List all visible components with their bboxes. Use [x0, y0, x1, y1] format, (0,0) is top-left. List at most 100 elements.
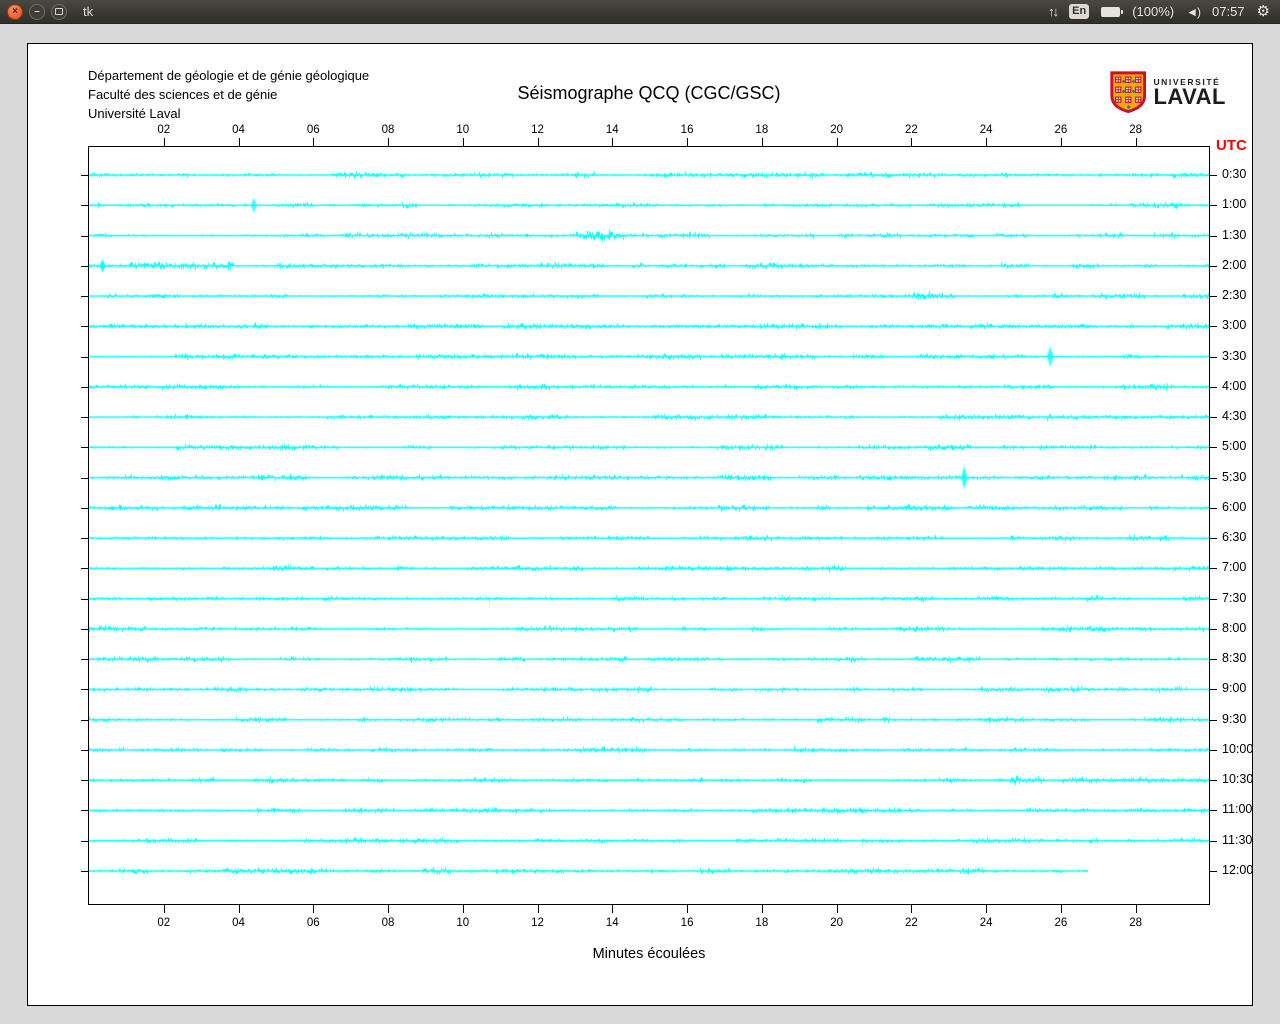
battery-percent: (100%): [1132, 4, 1174, 19]
row-tick: [1210, 236, 1217, 237]
row-tick: [81, 659, 88, 660]
row-tick: [1210, 629, 1217, 630]
clock[interactable]: 07:57: [1212, 4, 1245, 19]
x-tick-label: 08: [373, 916, 403, 930]
row-tick: [81, 266, 88, 267]
close-button[interactable]: ×: [7, 4, 23, 20]
battery-icon[interactable]: [1101, 7, 1120, 17]
x-tick-label: 12: [523, 916, 553, 930]
row-tick: [1210, 538, 1217, 539]
x-tick-label: 06: [298, 123, 328, 137]
row-tick: [81, 780, 88, 781]
row-tick: [81, 841, 88, 842]
gear-icon[interactable]: ⚙: [1257, 4, 1270, 19]
x-tick: [164, 905, 165, 913]
row-tick: [1210, 750, 1217, 751]
x-tick-label: 10: [448, 916, 478, 930]
row-tick: [81, 871, 88, 872]
row-tick: [81, 447, 88, 448]
seismograph-window: Département de géologie et de génie géol…: [27, 43, 1253, 1006]
window-controls: × –: [0, 4, 67, 20]
x-tick-label: 24: [971, 916, 1001, 930]
x-tick: [538, 138, 539, 146]
utc-row-label: 3:00: [1222, 318, 1246, 333]
x-tick: [911, 138, 912, 146]
row-tick: [81, 296, 88, 297]
x-tick: [986, 905, 987, 913]
row-tick: [81, 326, 88, 327]
x-tick-label: 06: [298, 916, 328, 930]
x-tick: [463, 905, 464, 913]
row-tick: [1210, 568, 1217, 569]
x-tick: [239, 905, 240, 913]
maximize-button[interactable]: [51, 4, 67, 20]
row-tick: [81, 568, 88, 569]
row-tick: [1210, 689, 1217, 690]
x-tick: [687, 905, 688, 913]
row-tick: [81, 538, 88, 539]
row-tick: [81, 357, 88, 358]
utc-row-label: 8:00: [1222, 621, 1246, 636]
utc-row-label: 5:30: [1222, 470, 1246, 485]
utc-axis-label: UTC: [1216, 137, 1247, 154]
laval-shield-icon: [1110, 69, 1146, 115]
x-tick: [313, 905, 314, 913]
utc-row-label: 2:30: [1222, 288, 1246, 303]
network-arrows-icon[interactable]: ↑↓: [1048, 4, 1057, 19]
row-tick: [1210, 810, 1217, 811]
x-tick: [538, 905, 539, 913]
x-tick-label: 02: [149, 916, 179, 930]
x-tick: [612, 905, 613, 913]
utc-row-label: 4:30: [1222, 409, 1246, 424]
utc-row-label: 8:30: [1222, 651, 1246, 666]
utc-row-label: 11:30: [1222, 833, 1252, 848]
x-tick-label: 02: [149, 123, 179, 137]
minimize-button[interactable]: –: [29, 4, 45, 20]
x-tick: [388, 905, 389, 913]
row-tick: [81, 417, 88, 418]
row-tick: [1210, 205, 1217, 206]
x-tick-label: 12: [523, 123, 553, 137]
row-tick: [1210, 447, 1217, 448]
x-tick: [762, 138, 763, 146]
maximize-icon: [55, 8, 63, 15]
laval-logo: UNIVERSITÉ LAVAL: [1110, 69, 1226, 115]
x-tick-label: 04: [224, 916, 254, 930]
keyboard-layout-indicator[interactable]: En: [1069, 4, 1089, 19]
window-title: tk: [83, 4, 93, 19]
x-tick: [164, 138, 165, 146]
utc-row-label: 9:30: [1222, 712, 1246, 727]
seismogram-trace-canvas: [89, 147, 1209, 904]
x-tick-label: 14: [597, 916, 627, 930]
utc-row-label: 0:30: [1222, 167, 1246, 182]
x-tick: [388, 138, 389, 146]
x-tick: [837, 905, 838, 913]
utc-row-label: 1:30: [1222, 228, 1246, 243]
row-tick: [1210, 720, 1217, 721]
x-tick-label: 16: [672, 916, 702, 930]
utc-row-label: 5:00: [1222, 439, 1246, 454]
row-tick: [81, 689, 88, 690]
row-tick: [81, 599, 88, 600]
row-tick: [1210, 357, 1217, 358]
x-tick-label: 20: [822, 916, 852, 930]
chart-title: Séismographe QCQ (CGC/GSC): [88, 83, 1210, 104]
row-tick: [81, 750, 88, 751]
x-tick: [986, 138, 987, 146]
row-tick: [1210, 841, 1217, 842]
utc-row-label: 4:00: [1222, 379, 1246, 394]
desktop: × – tk ↑↓ En (100%) ◄) 07:57 ⚙ Départeme…: [0, 0, 1280, 1024]
x-tick: [911, 905, 912, 913]
utc-row-label: 11:00: [1222, 802, 1252, 817]
x-tick-label: 28: [1121, 916, 1151, 930]
x-tick: [837, 138, 838, 146]
row-tick: [1210, 175, 1217, 176]
x-tick-label: 22: [896, 123, 926, 137]
utc-row-label: 3:30: [1222, 349, 1246, 364]
x-axis-title: Minutes écoulées: [88, 946, 1210, 962]
x-tick: [463, 138, 464, 146]
row-tick: [81, 478, 88, 479]
x-tick-label: 26: [1046, 916, 1076, 930]
volume-icon[interactable]: ◄): [1186, 5, 1200, 19]
row-tick: [1210, 871, 1217, 872]
